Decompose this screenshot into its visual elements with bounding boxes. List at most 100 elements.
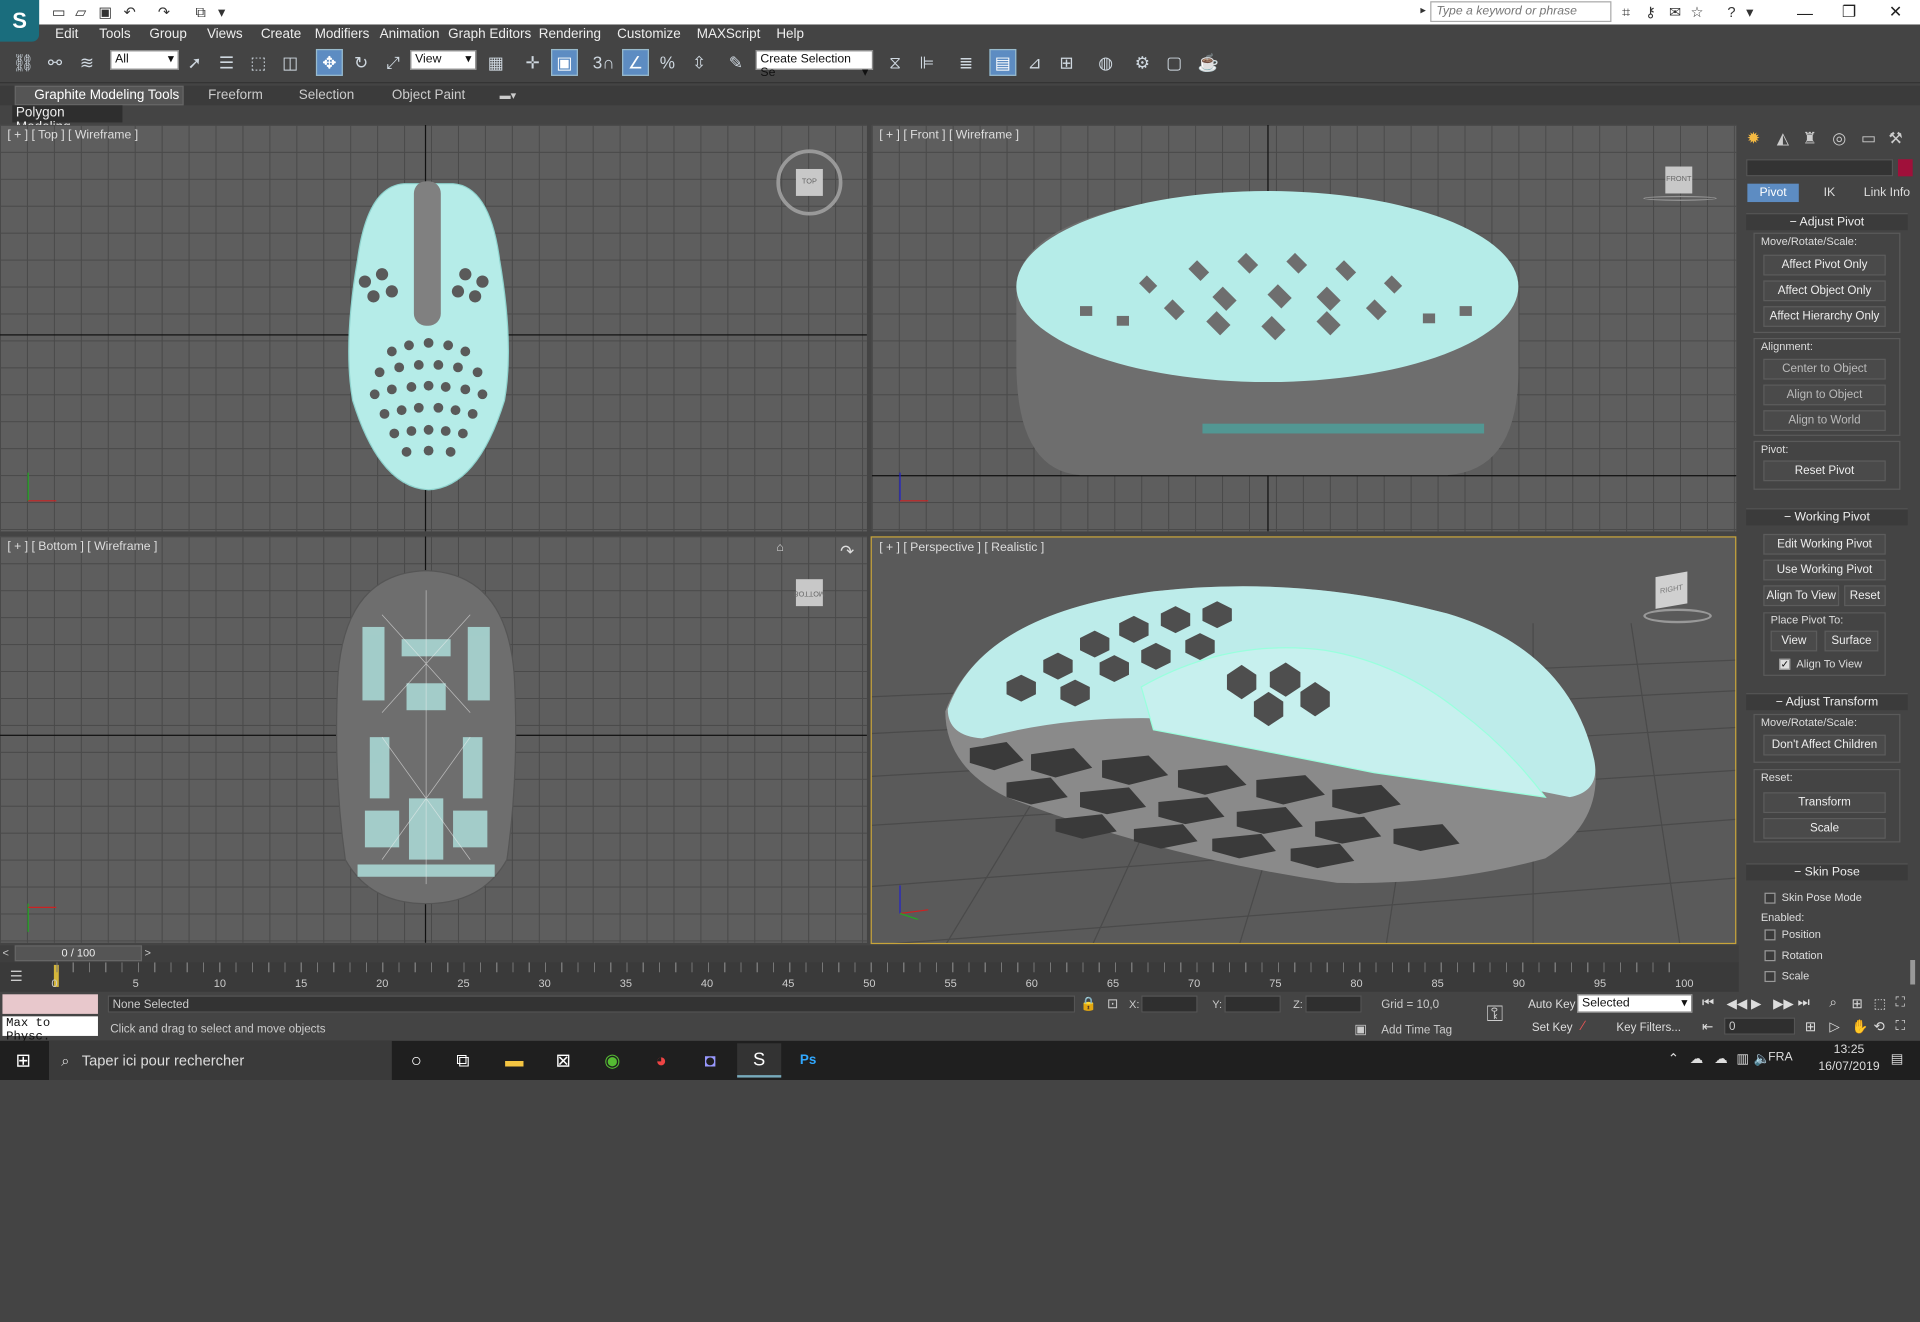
set-key-icon[interactable]: ⚿ <box>1487 1002 1504 1028</box>
layer-manager-icon[interactable]: ≣ <box>953 49 980 76</box>
key-filters-button[interactable]: Key Filters... <box>1616 1021 1681 1034</box>
tab-ik[interactable]: IK <box>1805 184 1854 202</box>
align-icon[interactable]: ⊫ <box>913 49 940 76</box>
time-configuration-icon[interactable]: ⊞ <box>1805 1019 1816 1035</box>
mirror-icon[interactable]: ⧖ <box>882 49 909 76</box>
binoculars-icon[interactable]: ⌗ <box>1616 2 1636 22</box>
zoom-all-icon[interactable]: ⊞ <box>1851 996 1862 1012</box>
place-view-button[interactable]: View <box>1770 630 1818 652</box>
select-object-icon[interactable]: ➚ <box>181 49 208 76</box>
viewport-top[interactable]: TOP [ + ] [ Top ] [ Wireframe ] <box>0 124 867 532</box>
center-to-object-button[interactable]: Center to Object <box>1763 358 1886 380</box>
taskbar-search-box[interactable]: ⌕ Taper ici pour rechercher <box>48 1040 392 1081</box>
render-production-icon[interactable]: ☕ <box>1195 49 1222 76</box>
align-to-view-checkbox[interactable]: ✓ Align To View <box>1779 658 1862 670</box>
menu-modifiers[interactable]: Modifiers <box>315 24 370 44</box>
select-and-move-icon[interactable]: ✥ <box>315 48 343 76</box>
photoshop-icon[interactable]: Ps <box>786 1043 830 1077</box>
help-search-input[interactable]: Type a keyword or phrase <box>1430 1 1612 23</box>
3dsmax-icon[interactable]: S <box>737 1043 782 1078</box>
pan-icon[interactable]: ✋ <box>1851 1019 1868 1035</box>
select-manipulate-icon[interactable]: ✛ <box>519 49 546 76</box>
clock-time[interactable]: 13:25 <box>1812 1043 1885 1056</box>
align-to-world-button[interactable]: Align to World <box>1763 410 1886 432</box>
viewcube-top[interactable]: TOP <box>795 168 823 196</box>
play-icon[interactable]: ▶ <box>1751 996 1761 1012</box>
ribbon-options-icon[interactable]: ▬▾ <box>500 87 517 104</box>
viewport-front-label[interactable]: [ + ] [ Front ] [ Wireframe ] <box>879 129 1019 142</box>
render-setup-icon[interactable]: ⚙ <box>1129 49 1156 76</box>
display-tab-icon[interactable]: ▭ <box>1856 127 1880 149</box>
polygon-modeling-panel-label[interactable]: Polygon Modeling <box>12 105 123 135</box>
material-editor-icon[interactable]: ◍ <box>1092 49 1119 76</box>
reference-coordinate-dropdown[interactable]: View ▾ <box>410 50 477 70</box>
link-icon[interactable]: ⛓ <box>10 49 37 76</box>
graphite-toggle-icon[interactable]: ▤ <box>989 48 1017 76</box>
viewcube-ring[interactable] <box>1643 608 1712 624</box>
window-crossing-icon[interactable]: ◫ <box>277 49 304 76</box>
restore-button[interactable]: ❐ <box>1827 0 1871 24</box>
select-by-name-icon[interactable]: ☰ <box>213 49 240 76</box>
time-slider-track[interactable] <box>0 945 1739 963</box>
viewcube-bottom[interactable]: BOTTOM <box>794 579 825 607</box>
menu-group[interactable]: Group <box>149 24 186 44</box>
motion-tab-icon[interactable]: ◎ <box>1827 127 1851 149</box>
menu-rendering[interactable]: Rendering <box>539 24 601 44</box>
orbit-icon[interactable]: ⟲ <box>1873 1019 1884 1035</box>
field-of-view-icon[interactable]: ▷ <box>1829 1019 1839 1035</box>
key-mode-dropdown[interactable]: Selected ▾ <box>1577 994 1693 1013</box>
redo-icon[interactable]: ↷ <box>154 2 174 22</box>
save-icon[interactable]: ▣ <box>96 2 116 22</box>
file-explorer-icon[interactable]: ▬ <box>492 1043 536 1077</box>
named-selection-dropdown[interactable]: Create Selection Se ▾ <box>755 50 874 80</box>
rollout-adjust-pivot[interactable]: − Adjust Pivot <box>1746 213 1908 231</box>
reset-transform-button[interactable]: Transform <box>1763 792 1886 814</box>
object-color-swatch[interactable] <box>1897 159 1913 177</box>
input-language[interactable]: FRA <box>1768 1051 1792 1064</box>
prev-frame-icon[interactable]: ◀◀ <box>1727 996 1748 1012</box>
time-prev-arrow-icon[interactable]: < <box>2 947 8 959</box>
rollout-skin-pose[interactable]: − Skin Pose <box>1746 863 1908 881</box>
y-coord-input[interactable] <box>1224 995 1281 1013</box>
select-and-rotate-icon[interactable]: ↻ <box>348 49 375 76</box>
next-frame-icon[interactable]: ▶▶ <box>1773 996 1794 1012</box>
cortana-icon[interactable]: ○ <box>394 1043 438 1077</box>
skin-rotation-checkbox[interactable]: Rotation <box>1764 949 1823 961</box>
absolute-mode-icon[interactable]: ⊡ <box>1107 996 1118 1012</box>
mini-curve-editor-icon[interactable]: ☰ <box>10 967 23 984</box>
reset-pivot-button[interactable]: Reset Pivot <box>1763 460 1886 482</box>
add-time-tag[interactable]: Add Time Tag <box>1381 1024 1452 1037</box>
bind-space-warp-icon[interactable]: ≋ <box>73 49 100 76</box>
schematic-view-icon[interactable]: ⊞ <box>1053 49 1080 76</box>
viewport-perspective-label[interactable]: [ + ] [ Perspective ] [ Realistic ] <box>879 541 1044 554</box>
z-coord-input[interactable] <box>1305 995 1362 1013</box>
percent-snap-icon[interactable]: % <box>654 49 681 76</box>
maximize-viewport-icon[interactable]: ⛶ <box>1896 1019 1905 1035</box>
place-surface-button[interactable]: Surface <box>1824 630 1879 652</box>
rendered-frame-icon[interactable]: ▢ <box>1161 49 1188 76</box>
maxscript-mini-listener[interactable]: Max to Physc. <box>2 1016 98 1044</box>
skin-pose-mode-checkbox[interactable]: Skin Pose Mode <box>1764 891 1862 904</box>
affect-hierarchy-only-button[interactable]: Affect Hierarchy Only <box>1763 306 1886 327</box>
affect-object-only-button[interactable]: Affect Object Only <box>1763 280 1886 302</box>
home-icon[interactable]: ⌂ <box>776 541 783 554</box>
rollout-adjust-transform[interactable]: − Adjust Transform <box>1746 693 1908 711</box>
chrome-icon[interactable]: ◕ <box>639 1043 683 1077</box>
clock-date[interactable]: 16/07/2019 <box>1800 1060 1898 1073</box>
align-to-object-button[interactable]: Align to Object <box>1763 384 1886 406</box>
reset-scale-button[interactable]: Scale <box>1763 817 1886 839</box>
help-icon[interactable]: ? <box>1722 2 1742 22</box>
onedrive-icon[interactable]: ☁ <box>1714 1051 1727 1067</box>
edit-named-selection-icon[interactable]: ✎ <box>722 49 749 76</box>
spinner-snap-icon[interactable]: ⇳ <box>686 49 713 76</box>
snaps-toggle-icon[interactable]: 3 ∩ <box>590 49 617 76</box>
angle-snap-icon[interactable]: ∠ <box>622 48 649 76</box>
notification-icon[interactable]: ▤ <box>1891 1051 1904 1067</box>
zoom-extents-icon[interactable]: ⬚ <box>1873 996 1886 1012</box>
viewport-perspective[interactable]: RIGHT [ + ] [ Perspective ] [ Realistic … <box>870 536 1737 945</box>
menu-maxscript[interactable]: MAXScript <box>697 24 761 44</box>
viewcube-front[interactable]: FRONT <box>1665 166 1693 194</box>
task-view-icon[interactable]: ⧉ <box>441 1043 485 1077</box>
x-coord-input[interactable] <box>1141 995 1198 1013</box>
menu-edit[interactable]: Edit <box>55 24 78 44</box>
